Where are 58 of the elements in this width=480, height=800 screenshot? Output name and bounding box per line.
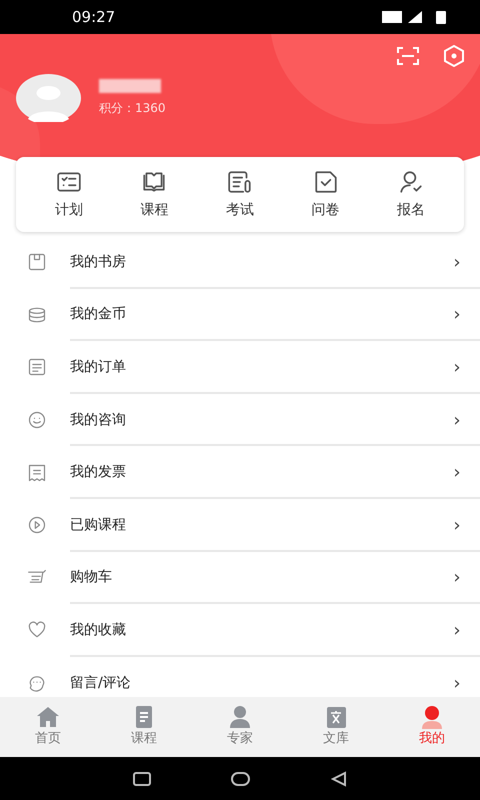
menu-label: 我的订单 (70, 358, 127, 377)
shortcut-button[interactable]: 问卷 (290, 168, 361, 220)
chevron-icon: › (440, 354, 480, 381)
scan-button[interactable] (396, 44, 420, 68)
settings-button[interactable] (442, 44, 466, 68)
shortcut-button[interactable]: 计划 (34, 168, 104, 220)
menu-label: 我的金币 (70, 305, 127, 324)
shortcut-button[interactable]: 考试 (204, 168, 275, 220)
menu-label: 留言/评论 (70, 674, 132, 693)
smile-icon (27, 410, 47, 430)
user-check-icon (398, 168, 424, 194)
menu-label: 购物车 (70, 568, 113, 588)
tab-item[interactable]: 首页 (0, 705, 96, 749)
checked-file-icon (312, 168, 339, 194)
home-button[interactable] (230, 772, 250, 786)
document-icon (226, 168, 253, 194)
receipt-icon (27, 462, 47, 483)
tab-item[interactable]: 文库 (288, 705, 384, 749)
menu-item[interactable]: 我的发票 › (0, 446, 480, 499)
points-text: 积分：1360 (99, 100, 166, 117)
person-icon (419, 705, 445, 730)
menu-item[interactable]: 我的订单 › (0, 341, 480, 394)
menu-item[interactable]: 已购课程 › (0, 498, 480, 552)
shortcut-button[interactable]: 报名 (376, 168, 446, 220)
menu-label: 我的收藏 (70, 620, 127, 640)
chevron-icon: › (440, 406, 480, 434)
list-document-icon (27, 357, 47, 378)
shortcut-button[interactable]: 课程 (119, 168, 190, 220)
battery-icon (436, 10, 446, 24)
chevron-icon: › (440, 670, 480, 697)
status-time: 09:27 (72, 6, 116, 28)
menu-label: 我的咨询 (70, 410, 127, 430)
menu-label: 我的书房 (70, 252, 127, 272)
tab-item[interactable]: 课程 (96, 705, 192, 749)
chevron-icon: › (440, 564, 480, 592)
menu-item[interactable]: 我的金币 › (0, 288, 480, 342)
blurred-name (99, 79, 161, 93)
play-icon (27, 515, 47, 536)
chevron-icon: › (440, 248, 480, 276)
chevron-icon: › (440, 616, 480, 644)
menu-item[interactable]: 我的咨询 › (0, 394, 480, 446)
chevron-icon: › (440, 301, 480, 328)
back-button[interactable] (330, 770, 348, 788)
menu-label: 已购课程 (70, 516, 127, 535)
menu-item[interactable]: 我的收藏 › (0, 604, 480, 657)
person-icon (227, 705, 253, 730)
avatar[interactable] (16, 74, 81, 122)
menu-label: 我的发票 (70, 463, 127, 482)
tab-item[interactable]: 我的 (384, 705, 480, 749)
bookmark-box-icon (27, 252, 47, 272)
recents-button[interactable] (132, 772, 150, 786)
home-icon (35, 705, 61, 730)
chevron-icon: › (440, 459, 480, 486)
chevron-icon: › (440, 512, 480, 539)
menu-item[interactable]: 购物车 › (0, 552, 480, 604)
menu-item[interactable]: 我的书房 › (0, 236, 480, 289)
menu-item[interactable]: 留言/评论 › (0, 656, 480, 697)
tab-item[interactable]: 专家 (192, 705, 288, 749)
